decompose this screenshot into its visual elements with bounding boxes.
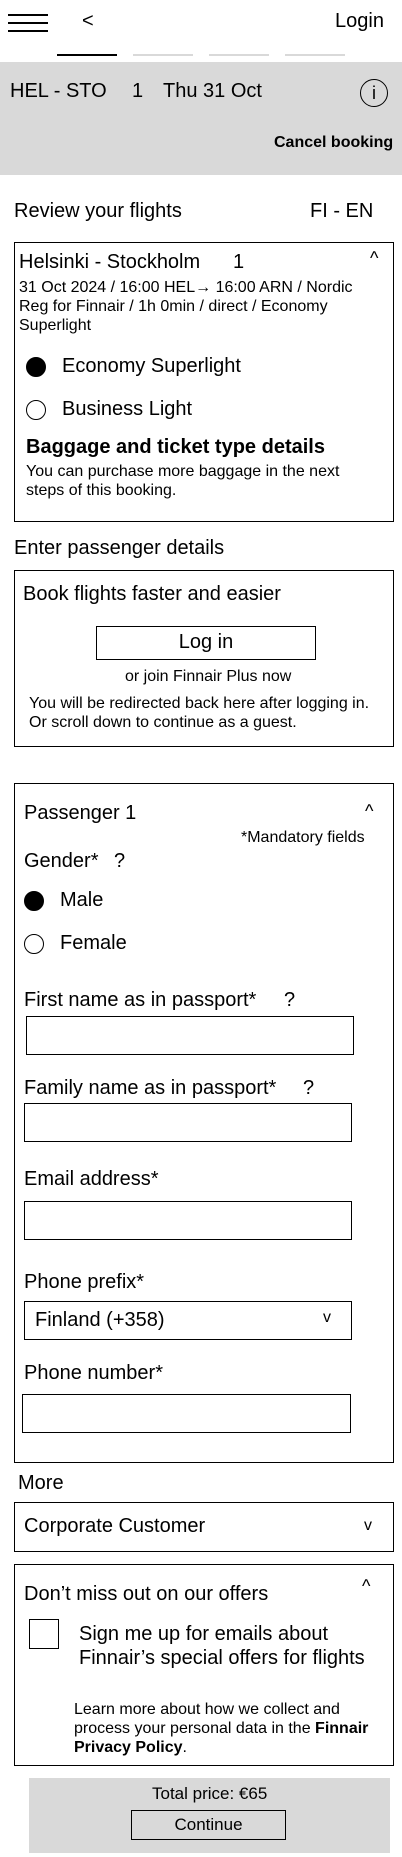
login-link[interactable]: Login — [335, 10, 384, 33]
offers-title: Don’t miss out on our offers — [24, 1583, 269, 1605]
progress-step-4 — [285, 54, 345, 56]
passenger-details-heading: Enter passenger details — [14, 537, 225, 559]
language-switch[interactable]: FI - EN — [310, 200, 373, 223]
review-flights-heading: Review your flights — [14, 200, 182, 222]
trip-route: HEL - STO — [10, 80, 107, 102]
fare-option-label[interactable]: Economy Superlight — [62, 355, 241, 378]
login-card-title: Book flights faster and easier — [23, 583, 281, 605]
privacy-text-end: . — [182, 1739, 187, 1756]
email-input[interactable] — [24, 1201, 352, 1240]
continue-button[interactable]: Continue — [131, 1810, 286, 1840]
cancel-booking-link[interactable]: Cancel booking — [274, 134, 393, 152]
flight-passenger-count: 1 — [233, 251, 245, 273]
trip-summary-bar — [0, 62, 402, 175]
offers-signup-label[interactable]: Sign me up for emails about Finnair’s sp… — [79, 1622, 379, 1670]
trip-passenger-count: 1 — [132, 80, 144, 102]
fare-economy-superlight-radio[interactable] — [26, 357, 46, 377]
family-name-help-icon[interactable]: ? — [303, 1077, 314, 1100]
corporate-customer-select[interactable]: Corporate Customer v — [14, 1502, 394, 1552]
trip-date: Thu 31 Oct — [163, 80, 262, 102]
progress-step-2 — [133, 54, 193, 56]
first-name-input[interactable] — [26, 1016, 354, 1055]
join-finnair-plus-link[interactable]: or join Finnair Plus now — [125, 668, 291, 686]
progress-step-1 — [57, 54, 117, 56]
chevron-down-icon: v — [364, 1517, 372, 1534]
first-name-label: First name as in passport* — [24, 989, 257, 1011]
first-name-help-icon[interactable]: ? — [284, 989, 295, 1012]
chevron-down-icon: v — [323, 1309, 331, 1326]
flight-collapse-icon[interactable]: ^ — [370, 248, 378, 269]
flight-route: Helsinki - Stockholm — [19, 251, 201, 273]
progress-step-3 — [209, 54, 269, 56]
email-label: Email address* — [24, 1168, 159, 1190]
gender-help-icon[interactable]: ? — [114, 850, 125, 873]
flight-details: 31 Oct 2024 / 16:00 HEL→ 16:00 ARN / Nor… — [19, 279, 353, 334]
corporate-customer-label: Corporate Customer — [24, 1515, 206, 1537]
family-name-input[interactable] — [24, 1103, 352, 1142]
phone-prefix-value: Finland (+358) — [35, 1309, 165, 1331]
redirect-note: You will be redirected back here after l… — [29, 695, 370, 731]
mandatory-fields-note: *Mandatory fields — [241, 829, 365, 846]
baggage-details-text: You can purchase more baggage in the nex… — [26, 463, 340, 499]
log-in-button-label: Log in — [178, 631, 234, 653]
fare-business-light-radio[interactable] — [26, 400, 46, 420]
total-price: Total price: €65 — [152, 1784, 268, 1803]
info-icon[interactable]: i — [360, 79, 388, 107]
continue-button-label: Continue — [174, 1815, 243, 1834]
gender-label: Gender* — [24, 850, 99, 872]
phone-prefix-select[interactable]: Finland (+358) v — [24, 1301, 352, 1340]
phone-number-label: Phone number* — [24, 1362, 163, 1384]
family-name-label: Family name as in passport* — [24, 1077, 277, 1099]
more-heading: More — [18, 1472, 64, 1494]
gender-option-label[interactable]: Male — [60, 889, 103, 912]
offers-signup-checkbox[interactable] — [29, 1619, 59, 1649]
gender-male-radio[interactable] — [24, 891, 44, 911]
phone-prefix-label: Phone prefix* — [24, 1271, 145, 1293]
back-button[interactable]: < — [82, 10, 94, 33]
menu-icon[interactable] — [8, 14, 48, 38]
passenger-form-title: Passenger 1 — [24, 802, 137, 824]
gender-option-label[interactable]: Female — [60, 932, 127, 955]
privacy-note: Learn more about how we collect and proc… — [74, 1700, 384, 1757]
gender-female-radio[interactable] — [24, 934, 44, 954]
phone-number-input[interactable] — [22, 1394, 351, 1433]
privacy-text: Learn more about how we collect and proc… — [74, 1701, 340, 1737]
baggage-details-link[interactable]: Baggage and ticket type details — [26, 436, 325, 459]
fare-option-label[interactable]: Business Light — [62, 398, 192, 421]
offers-collapse-icon[interactable]: ^ — [362, 1576, 370, 1597]
log-in-button[interactable]: Log in — [96, 626, 316, 660]
passenger-collapse-icon[interactable]: ^ — [365, 801, 373, 822]
